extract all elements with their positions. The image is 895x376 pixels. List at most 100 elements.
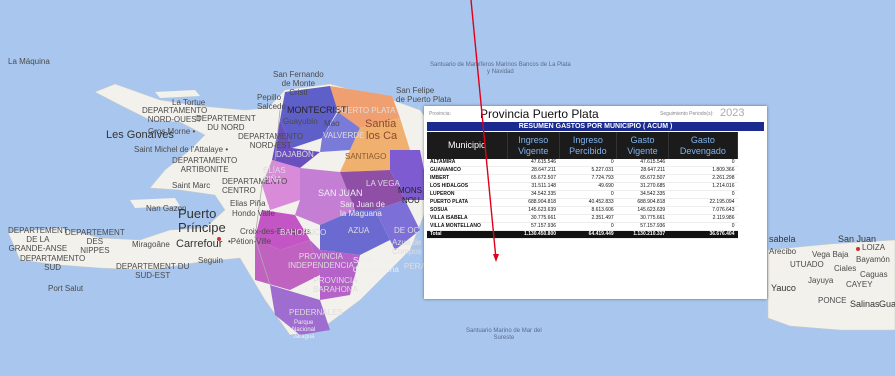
cell-value: 0 <box>668 159 738 167</box>
provincia-value[interactable]: Provincia Puerto Plata <box>480 107 599 121</box>
label-dep-nippes: DEPARTEMENT DES NIPPES <box>65 228 125 255</box>
label-nou: NOU <box>402 196 420 205</box>
label-san-felipe: San Felipe de Puerto Plata <box>396 86 452 104</box>
label-provincia-independencia: PROVINCIA INDEPENDENCIA <box>288 252 354 270</box>
label-vega-baja: Vega Baja <box>812 250 849 259</box>
cell-value: 2.261.298 <box>668 174 738 183</box>
col-ingreso-vigente[interactable]: Ingreso Vigente <box>507 132 560 159</box>
table-row[interactable]: PUERTO PLATA 688.904.818 40.452.833 688.904… <box>427 198 738 207</box>
cell-value: 47.615.546 <box>507 159 560 167</box>
label-puerto-plata-region: PUERTO PLATA <box>336 106 396 115</box>
col-gasto-vigente-label: Gasto Vigente <box>627 134 658 156</box>
table-row[interactable]: VILLA MONTELLANO 57.157.936 0 57.157.936 0 <box>427 222 738 231</box>
cell-value: 7.076.643 <box>668 206 738 215</box>
cell-value: 30.775.661 <box>616 214 669 223</box>
label-saint-marc: Saint Marc <box>172 181 211 190</box>
cell-value: 0 <box>668 190 738 199</box>
col-gasto-vigente[interactable]: Gasto Vigente <box>616 132 669 159</box>
label-la-vega: LA VEGA <box>366 179 400 188</box>
year-value[interactable]: 2023 <box>720 107 744 119</box>
cell-municipio: VILLA ISABELA <box>427 214 508 223</box>
cell-value: 2.119.986 <box>668 214 738 223</box>
cell-value: 1.214.016 <box>668 182 738 191</box>
table-row[interactable]: VILLA ISABELA 30.775.661 2.351.497 30.775.6… <box>427 214 738 223</box>
cell-value: 57.157.936 <box>507 222 560 231</box>
label-salinas: Salinas <box>850 299 880 309</box>
label-yauco: Yauco <box>771 283 796 293</box>
label-los-ca: los Ca <box>366 130 398 142</box>
col-municipio[interactable]: Municipio <box>427 132 508 159</box>
label-dep-sud: DEPARTAMENTO SUD <box>20 254 86 272</box>
table-row[interactable]: LOS HIDALGOS 31.511.148 49.690 31.270.685 1.… <box>427 182 738 191</box>
report-banner: RESUMEN GASTOS POR MUNICIPIO ( ACUM ) <box>427 122 764 131</box>
label-puerto-principe: Puerto Príncipe <box>178 206 226 235</box>
cell-value: 31.511.148 <box>507 182 560 191</box>
label-hondo-valle: Hondo Valle <box>232 209 275 218</box>
cell-value: 34.542.335 <box>616 190 669 199</box>
label-la-maquina: La Máquina <box>8 57 50 66</box>
tortue-island <box>155 90 200 98</box>
table-row[interactable]: LUPERON 34.542.335 0 34.542.335 0 <box>427 190 738 199</box>
col-municipio-label: Municipio <box>447 140 487 150</box>
total-value: 36.676.404 <box>668 230 738 239</box>
cell-value: 145.623.639 <box>507 206 560 215</box>
label-dajabon: DAJABÓN <box>276 150 314 159</box>
cell-value: 0 <box>559 222 617 231</box>
cell-value: 28.647.211 <box>616 166 669 175</box>
col-ingreso-vigente-label: Ingreso Vigente <box>518 134 549 156</box>
provincia-label: Provincia: <box>429 111 451 117</box>
label-azua-town: Azua de Compos <box>392 238 422 256</box>
cell-value: 0 <box>559 190 617 199</box>
report-panel[interactable]: Provincia: Provincia Puerto Plata Seguim… <box>424 106 767 299</box>
cell-municipio: LUPERON <box>427 190 508 199</box>
label-dep-sud-est: DEPARTEMENT DU SUD-EST <box>116 262 190 280</box>
label-santiago: SANTIAGO <box>345 152 387 161</box>
col-gasto-devengado[interactable]: Gasto Devengado <box>668 132 739 159</box>
cell-value: 30.775.661 <box>507 214 560 223</box>
report-header: Provincia: Provincia Puerto Plata Seguim… <box>424 106 767 122</box>
label-miragoane: Miragoâne <box>132 240 170 249</box>
table-total-row[interactable]: Total 1.130.450.800 64.419.449 1.130.210.33… <box>427 230 738 239</box>
label-seguin: Seguin <box>198 256 223 265</box>
label-ponce: PONCE <box>818 296 847 305</box>
label-mons: MONS <box>398 186 422 195</box>
cell-value: 28.647.211 <box>507 166 560 175</box>
cell-value: 31.270.685 <box>616 182 669 191</box>
label-guayama: Guayama <box>879 299 895 309</box>
label-valverde: VALVERDE <box>323 131 365 140</box>
cell-value: 688.904.818 <box>616 198 669 207</box>
label-carrefour: Carrefour <box>176 238 223 250</box>
expenses-table: Municipio Ingreso Vigente Ingreso Percib… <box>427 132 739 239</box>
cell-value: 0 <box>668 222 738 231</box>
table-row[interactable]: IMBERT 65.672.507 7.724.793 65.672.507 2.261… <box>427 174 738 183</box>
cell-value: 47.615.546 <box>616 159 669 167</box>
cell-municipio: ALTAMIRA <box>427 159 508 167</box>
label-dep-du-nord: DEPARTEMENT DU NORD <box>196 114 256 132</box>
label-bayamon: Bayamón <box>856 255 890 264</box>
cell-value: 65.672.507 <box>507 174 560 183</box>
label-elias-pina-town: Elias Piña <box>230 199 266 208</box>
cell-value: 2.351.497 <box>559 214 617 223</box>
cell-value: 49.690 <box>559 182 617 191</box>
table-row[interactable]: GUANANICO 28.647.211 5.227.031 28.647.211 1.… <box>427 166 738 175</box>
table-row[interactable]: ALTAMIRA 47.615.546 0 47.615.546 0 <box>427 159 738 167</box>
label-arecibo: Arecibo <box>769 247 797 256</box>
col-ingreso-percibido[interactable]: Ingreso Percibido <box>559 132 618 159</box>
table-body: ALTAMIRA 47.615.546 0 47.615.546 0 GUANANICO 2… <box>427 159 738 239</box>
label-cayey: CAYEY <box>846 280 873 289</box>
cell-value: 22.195.094 <box>668 198 738 207</box>
total-value: 1.130.450.800 <box>507 230 560 239</box>
cell-value: 34.542.335 <box>507 190 560 199</box>
cell-value: 688.904.818 <box>507 198 560 207</box>
cell-municipio: GUANANICO <box>427 166 508 175</box>
label-st-michel: Saint Michel de l'Attalaye • <box>134 145 229 154</box>
col-ingreso-percibido-label: Ingreso Percibido <box>569 134 607 156</box>
cell-value: 65.672.507 <box>616 174 669 183</box>
label-sabela: sabela <box>769 234 796 244</box>
total-label: Total <box>427 230 508 239</box>
table-row[interactable]: SOSUA 145.623.639 8.613.606 145.623.639 7.07… <box>427 206 738 215</box>
label-azua: AZUA <box>348 226 370 235</box>
label-san-juan-town: San Juan de la Maguana <box>340 200 385 218</box>
label-loiza: LOIZA <box>862 243 886 252</box>
label-petion: •Pétion-Ville <box>228 237 272 246</box>
